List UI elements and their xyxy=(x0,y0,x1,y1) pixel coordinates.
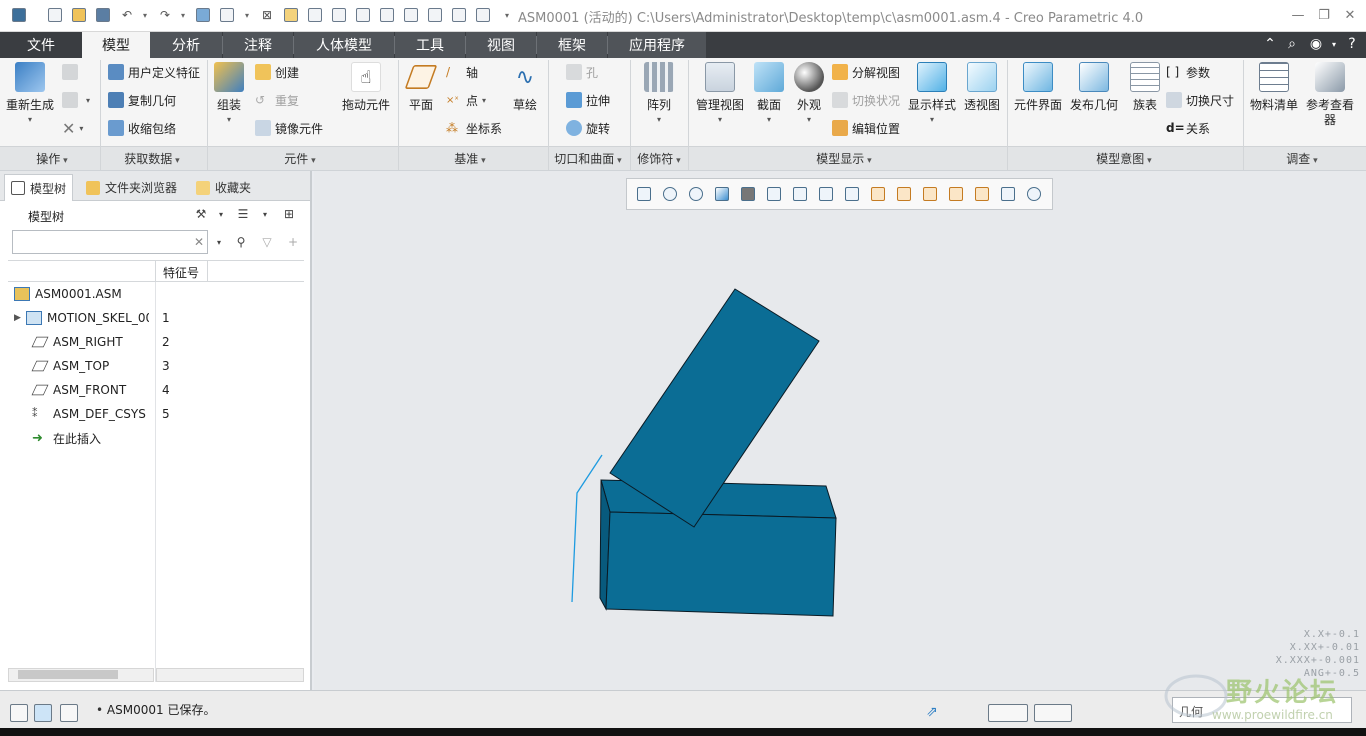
watermark-url: www.proewildfire.cn xyxy=(1212,708,1333,722)
navigator-toggle-icon[interactable] xyxy=(10,704,28,722)
selection-mode-icon[interactable]: ⇗ xyxy=(926,704,944,722)
model-graphics xyxy=(571,288,837,617)
taskbar-strip xyxy=(0,728,1366,736)
selection-buffer-icon[interactable] xyxy=(1034,704,1072,722)
skeleton-curve xyxy=(571,454,603,603)
box-front-face xyxy=(605,511,837,617)
full-screen-icon[interactable] xyxy=(60,704,78,722)
watermark-text: 野火论坛 xyxy=(1226,678,1339,708)
browser-toggle-icon[interactable] xyxy=(34,704,52,722)
find-tool-icon[interactable] xyxy=(988,704,1028,722)
status-message: ASM0001 已保存。 xyxy=(96,701,216,718)
